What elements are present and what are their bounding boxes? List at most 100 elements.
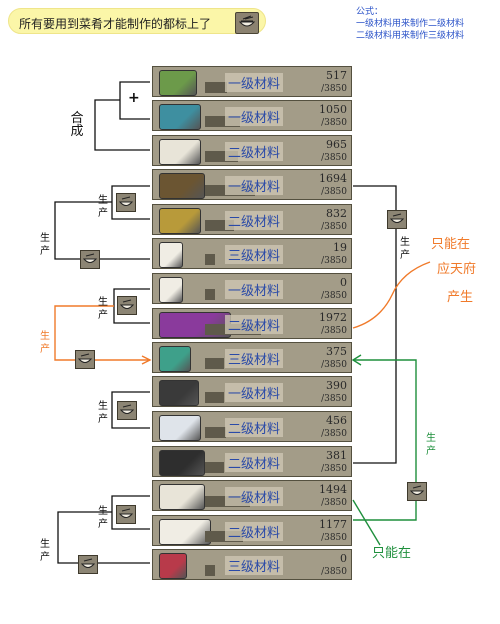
material-row: 二级材料 381/3850 bbox=[152, 446, 352, 477]
material-thumbnail bbox=[159, 173, 205, 199]
stock-max: /3850 bbox=[321, 256, 347, 266]
material-name: 二级材料 bbox=[225, 418, 284, 437]
produce-label: 生产 bbox=[400, 237, 410, 261]
stock-max: /3850 bbox=[321, 326, 347, 336]
stock-bar bbox=[205, 82, 227, 93]
material-thumbnail bbox=[159, 139, 201, 165]
stock-count: 375 bbox=[326, 345, 347, 358]
stock-count: 1972 bbox=[319, 311, 347, 324]
stock-max: /3850 bbox=[321, 118, 347, 128]
stock-max: /3850 bbox=[321, 464, 347, 474]
stock-max: /3850 bbox=[321, 291, 347, 301]
stock-max: /3850 bbox=[321, 429, 347, 439]
stock-count: 1494 bbox=[319, 483, 347, 496]
material-thumbnail bbox=[159, 104, 201, 130]
stock-count: 965 bbox=[326, 138, 347, 151]
material-thumbnail bbox=[159, 242, 183, 268]
produce-label-orange: 生产 bbox=[40, 331, 50, 355]
stock-max: /3850 bbox=[321, 187, 347, 197]
plus-sign: + bbox=[128, 90, 140, 106]
material-row: 一级材料 390/3850 bbox=[152, 376, 352, 407]
stock-max: /3850 bbox=[321, 533, 347, 543]
material-thumbnail bbox=[159, 208, 201, 234]
dish-icon bbox=[75, 350, 95, 369]
produce-label: 生产 bbox=[40, 539, 50, 563]
material-row: 二级材料 1177/3850 bbox=[152, 515, 352, 546]
stock-count: 456 bbox=[326, 414, 347, 427]
material-name: 三级材料 bbox=[225, 245, 284, 264]
stock-max: /3850 bbox=[321, 222, 347, 232]
stock-count: 1050 bbox=[319, 103, 347, 116]
material-name: 一级材料 bbox=[225, 280, 284, 299]
material-name: 三级材料 bbox=[225, 349, 284, 368]
material-row: 一级材料 0/3850 bbox=[152, 273, 352, 304]
material-name: 一级材料 bbox=[225, 73, 284, 92]
stock-count: 0 bbox=[340, 552, 347, 565]
stock-max: /3850 bbox=[321, 567, 347, 577]
material-name: 二级材料 bbox=[225, 522, 284, 541]
stock-count: 1177 bbox=[319, 518, 347, 531]
stock-count: 0 bbox=[340, 276, 347, 289]
material-row: 三级材料 0/3850 bbox=[152, 549, 352, 580]
material-thumbnail bbox=[159, 415, 201, 441]
material-name: 三级材料 bbox=[225, 556, 284, 575]
dish-icon bbox=[407, 482, 427, 501]
material-thumbnail bbox=[159, 519, 211, 545]
stock-count: 19 bbox=[333, 241, 347, 254]
combine-label: 合成 bbox=[70, 111, 84, 139]
produce-label: 生产 bbox=[98, 195, 108, 219]
stock-count: 381 bbox=[326, 449, 347, 462]
material-row: 三级材料 19/3850 bbox=[152, 238, 352, 269]
material-thumbnail bbox=[159, 553, 187, 579]
stock-count: 517 bbox=[326, 69, 347, 82]
dish-icon bbox=[116, 505, 136, 524]
material-name: 一级材料 bbox=[225, 176, 284, 195]
material-name: 二级材料 bbox=[225, 211, 284, 230]
produce-label: 生产 bbox=[98, 506, 108, 530]
material-row: 二级材料 1972/3850 bbox=[152, 308, 352, 339]
stock-max: /3850 bbox=[321, 360, 347, 370]
material-row: 二级材料 965/3850 bbox=[152, 135, 352, 166]
produce-label-green: 生产 bbox=[426, 433, 436, 457]
yingtian-label: 应天府 bbox=[437, 262, 477, 277]
stock-bar bbox=[205, 427, 226, 438]
material-thumbnail bbox=[159, 70, 197, 96]
stock-bar bbox=[205, 254, 215, 265]
chansheng-label: 产生 bbox=[447, 290, 474, 305]
material-row: 三级材料 375/3850 bbox=[152, 342, 352, 373]
dish-icon bbox=[80, 250, 100, 269]
material-thumbnail bbox=[159, 380, 199, 406]
material-name: 一级材料 bbox=[225, 383, 284, 402]
only-at-label: 只能在 bbox=[431, 237, 471, 252]
dish-icon bbox=[116, 193, 136, 212]
material-row: 一级材料 1050/3850 bbox=[152, 100, 352, 131]
stock-bar bbox=[205, 565, 215, 576]
stock-bar bbox=[205, 358, 224, 369]
material-thumbnail bbox=[159, 450, 205, 476]
material-name: 二级材料 bbox=[225, 453, 284, 472]
only-at-label-green: 只能在 bbox=[372, 546, 412, 561]
stock-max: /3850 bbox=[321, 394, 347, 404]
material-row: 一级材料 517/3850 bbox=[152, 66, 352, 97]
dish-icon bbox=[117, 296, 137, 315]
material-row: 二级材料 456/3850 bbox=[152, 411, 352, 442]
stock-count: 1694 bbox=[319, 172, 347, 185]
stock-bar bbox=[205, 392, 224, 403]
material-row: 二级材料 832/3850 bbox=[152, 204, 352, 235]
material-name: 一级材料 bbox=[225, 107, 284, 126]
produce-label: 生产 bbox=[98, 401, 108, 425]
material-thumbnail bbox=[159, 346, 191, 372]
material-row: 一级材料 1694/3850 bbox=[152, 169, 352, 200]
material-name: 一级材料 bbox=[225, 487, 284, 506]
stock-bar bbox=[205, 462, 224, 473]
stock-bar bbox=[205, 289, 215, 300]
material-thumbnail bbox=[159, 484, 205, 510]
stock-max: /3850 bbox=[321, 84, 347, 94]
produce-label: 生产 bbox=[40, 233, 50, 257]
produce-label: 生产 bbox=[98, 297, 108, 321]
material-row: 一级材料 1494/3850 bbox=[152, 480, 352, 511]
stock-max: /3850 bbox=[321, 153, 347, 163]
dish-icon bbox=[78, 555, 98, 574]
material-thumbnail bbox=[159, 277, 183, 303]
dish-icon bbox=[117, 401, 137, 420]
